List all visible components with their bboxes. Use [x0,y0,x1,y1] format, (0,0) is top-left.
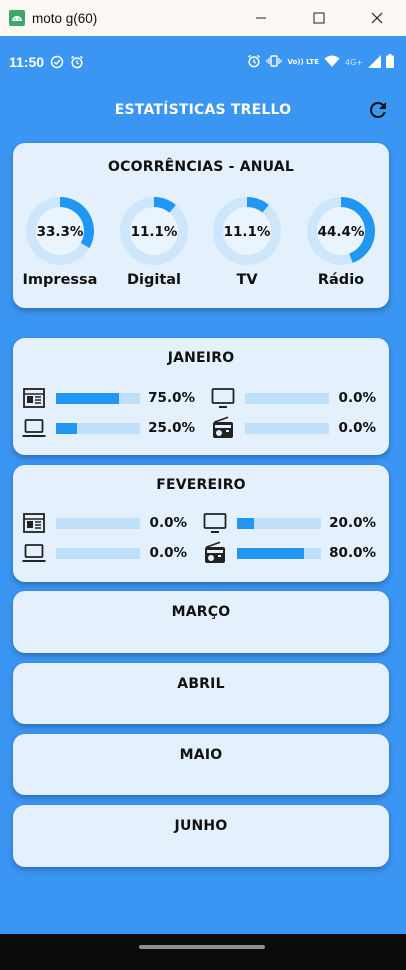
annual-summary-card: OCORRÊNCIAS - ANUAL 33.3% Impressa 11.1%… [13,143,389,308]
status-bar: 11:50 Vo)) LTE 4G+ [0,36,406,88]
donut-chart-tv: 11.1% [213,197,281,265]
progress-bar [245,392,329,404]
progress-bar [245,422,329,434]
status-time: 11:50 [9,54,45,70]
radio-icon [205,541,225,563]
donut-label: Digital [126,272,182,288]
month-card-marco[interactable]: MARÇO [13,591,389,653]
month-title: JUNHO [174,818,228,834]
maximize-icon [313,12,325,24]
month-title: ABRIL [177,676,225,692]
navigation-bar [0,934,406,970]
tv-icon [211,388,235,408]
progress-fill [56,392,119,404]
month-card-fevereiro[interactable]: FEVEREIRO 0.0% 20.0% 0.0% 80.0% [13,465,389,582]
radio-icon [213,416,233,438]
progress-bar [56,422,140,434]
donut-value: 11.1% [224,224,271,240]
wifi-icon [324,53,340,72]
donut-label: Rádio [317,272,365,288]
month-card-maio[interactable]: MAIO [13,734,389,795]
percent-value: 75.0% [148,390,195,406]
check-circle-icon [50,55,64,69]
close-button[interactable] [348,0,406,36]
donut-chart-radio: 44.4% [307,197,375,265]
window-titlebar: moto g(60) [0,0,406,36]
donut-label: TV [236,272,258,288]
month-card-janeiro[interactable]: JANEIRO 75.0% 0.0% 25.0% 0.0% [13,338,389,455]
refresh-icon[interactable] [366,98,390,122]
network-type: 4G+ [345,57,363,67]
alarm-icon [70,55,84,69]
donut-value: 44.4% [318,224,365,240]
progress-fill [56,422,77,434]
stat-row: 0.0% 20.0% [22,511,376,535]
percent-value: 0.0% [338,390,376,406]
progress-bar [56,517,140,529]
vibrate-icon [266,53,283,72]
minimize-icon [256,17,266,19]
progress-bar [56,547,140,559]
donut-chart-digital: 11.1% [120,197,188,265]
app-bar: ESTATÍSTICAS TRELLO [0,88,406,132]
alarm-icon [247,53,261,72]
donut-radio: 44.4% Rádio [296,193,386,288]
page-title: ESTATÍSTICAS TRELLO [114,102,292,118]
home-gesture-handle[interactable] [139,945,265,949]
newspaper-icon [23,388,45,408]
donut-digital: 11.1% Digital [109,193,199,288]
month-title: MARÇO [171,604,231,620]
percent-value: 0.0% [338,420,376,436]
progress-fill [237,547,305,559]
month-card-junho[interactable]: JUNHO [13,805,389,867]
progress-fill [237,517,254,529]
month-title: JANEIRO [167,350,235,366]
stat-row: 25.0% 0.0% [22,416,376,440]
progress-bar [237,517,321,529]
android-app-icon [9,10,25,26]
percent-value: 80.0% [329,545,376,561]
progress-bar [56,392,140,404]
progress-bar [237,547,321,559]
laptop-icon [22,419,46,437]
percent-value: 0.0% [149,515,187,531]
donut-charts: 33.3% Impressa 11.1% Digital 11.1% TV 44… [13,193,389,303]
donut-value: 33.3% [37,224,84,240]
percent-value: 20.0% [329,515,376,531]
volte-indicator: Vo)) LTE [287,57,319,66]
laptop-icon [22,544,46,562]
percent-value: 25.0% [148,420,195,436]
donut-tv: 11.1% TV [202,193,292,288]
battery-icon [386,53,394,72]
month-title: FEVEREIRO [156,477,246,493]
stat-row: 0.0% 80.0% [22,541,376,565]
month-card-abril[interactable]: ABRIL [13,663,389,724]
maximize-button[interactable] [290,0,348,36]
stat-row: 75.0% 0.0% [22,386,376,410]
window-title: moto g(60) [32,10,98,26]
donut-label: Impressa [22,272,98,288]
signal-icon [368,53,381,72]
percent-value: 0.0% [149,545,187,561]
donut-impressa: 33.3% Impressa [15,193,105,288]
donut-chart-impressa: 33.3% [26,197,94,265]
tv-icon [203,513,227,533]
donut-value: 11.1% [131,224,178,240]
close-icon [371,12,383,24]
month-title: MAIO [179,747,223,763]
minimize-button[interactable] [232,0,290,36]
annual-card-title: OCORRÊNCIAS - ANUAL [108,159,294,175]
newspaper-icon [23,513,45,533]
